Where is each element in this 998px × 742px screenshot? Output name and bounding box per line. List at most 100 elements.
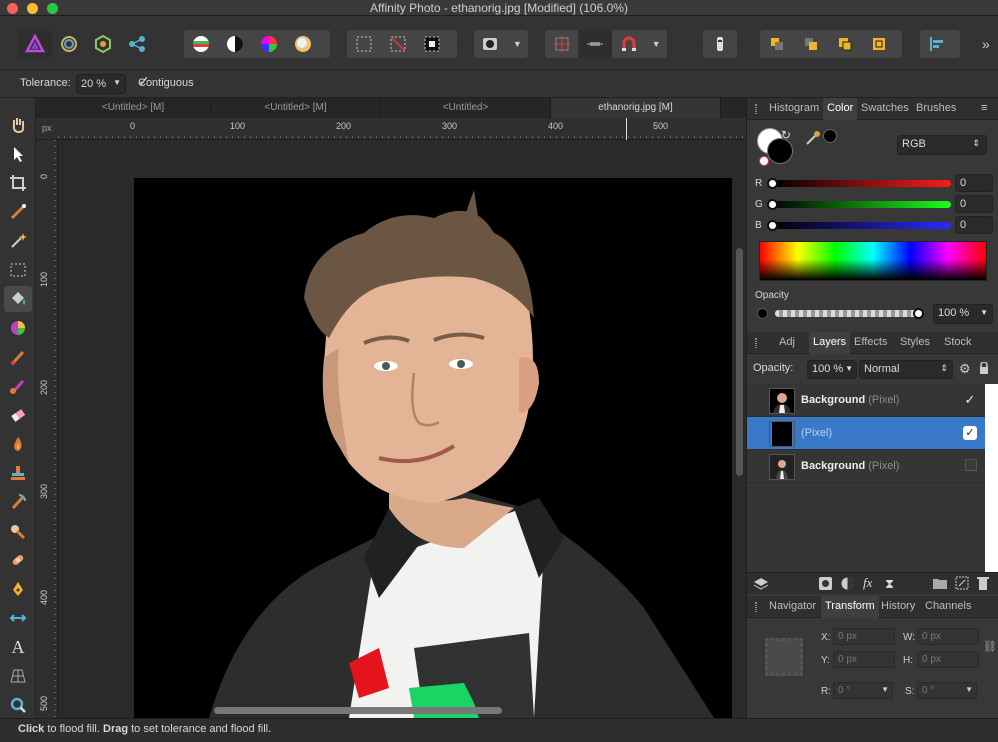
- quick-mask-icon[interactable]: [474, 30, 507, 58]
- align-left-icon[interactable]: [920, 30, 954, 58]
- zoom-tool-icon[interactable]: [4, 692, 32, 718]
- quick-mask-dropdown[interactable]: ▼: [507, 30, 528, 58]
- add-layer-icon[interactable]: [955, 576, 969, 593]
- tab-histogram[interactable]: Histogram: [769, 102, 819, 114]
- healing-brush-icon[interactable]: [4, 547, 32, 573]
- export-persona-icon[interactable]: [120, 30, 154, 58]
- assistant-icon[interactable]: [703, 30, 737, 58]
- folder-icon[interactable]: [933, 577, 947, 592]
- undo-brush-icon[interactable]: [4, 489, 32, 515]
- text-tool-icon[interactable]: A: [4, 634, 32, 660]
- arrange-front-icon[interactable]: [862, 30, 896, 58]
- arrange-forward-icon[interactable]: [828, 30, 862, 58]
- shear-field[interactable]: 0 ° ▼: [917, 682, 977, 699]
- opacity-field[interactable]: 100 % ▼: [933, 304, 993, 324]
- selection-brush-icon[interactable]: [4, 199, 32, 225]
- x-field[interactable]: 0 px: [833, 628, 895, 645]
- tab-styles[interactable]: Styles: [900, 336, 930, 348]
- pen-tool-icon[interactable]: [4, 576, 32, 602]
- toolbar-overflow-icon[interactable]: »: [982, 36, 990, 52]
- flood-select-icon[interactable]: [4, 228, 32, 254]
- smudge-tool-icon[interactable]: [4, 518, 32, 544]
- white-balance-icon[interactable]: [286, 30, 320, 58]
- levels-icon[interactable]: [184, 30, 218, 58]
- layer-row[interactable]: Background (Pixel) ✓: [747, 384, 985, 417]
- layer-row-selected[interactable]: (Pixel) ✓: [747, 417, 985, 450]
- tab-transform[interactable]: Transform: [821, 596, 879, 618]
- b-value-field[interactable]: 0: [955, 216, 993, 234]
- develop-persona-icon[interactable]: [86, 30, 120, 58]
- document-image[interactable]: [134, 178, 732, 718]
- color-spectrum[interactable]: [759, 241, 987, 281]
- live-filter-icon[interactable]: ⧗: [885, 576, 894, 592]
- picked-color-swatch[interactable]: [823, 129, 837, 143]
- align-guides-icon[interactable]: [578, 30, 612, 58]
- rotation-field[interactable]: 0 ° ▼: [833, 682, 893, 699]
- flood-fill-tool-icon[interactable]: [4, 286, 32, 312]
- doc-tab-untitled-3[interactable]: <Untitled>: [381, 98, 551, 118]
- gear-icon[interactable]: ⚙: [959, 361, 971, 377]
- tab-effects[interactable]: Effects: [854, 336, 887, 348]
- trash-icon[interactable]: [977, 576, 989, 593]
- panel-menu-icon[interactable]: ≡: [981, 102, 987, 114]
- blend-mode-select[interactable]: Normal ⇕: [859, 360, 953, 379]
- horizontal-scrollbar[interactable]: [214, 707, 502, 714]
- h-field[interactable]: 0 px: [917, 651, 979, 668]
- doc-tab-untitled-1[interactable]: <Untitled> [M]: [56, 98, 211, 118]
- horizontal-ruler[interactable]: px 0 100 200 300 400 500: [36, 118, 746, 140]
- erase-brush-icon[interactable]: [4, 402, 32, 428]
- layer-visibility-checkbox[interactable]: ✓: [963, 426, 977, 440]
- photo-persona-icon[interactable]: [18, 30, 52, 58]
- arrange-backward-icon[interactable]: [794, 30, 828, 58]
- color-mode-select[interactable]: RGB ⇕: [897, 135, 987, 155]
- view-tool-icon[interactable]: [4, 112, 32, 138]
- layer-opacity-field[interactable]: 100 % ▼: [807, 360, 857, 379]
- layer-row[interactable]: Background (Pixel): [747, 450, 985, 483]
- color-picker-icon[interactable]: [805, 130, 821, 149]
- marquee-tool-icon[interactable]: [4, 257, 32, 283]
- layers-scrollbar[interactable]: [985, 384, 998, 574]
- w-field[interactable]: 0 px: [917, 628, 979, 645]
- layer-visibility-checkbox[interactable]: ✓: [963, 393, 977, 407]
- tab-color[interactable]: Color: [823, 98, 858, 120]
- snapping-magnet-icon[interactable]: [612, 30, 645, 58]
- g-value-field[interactable]: 0: [955, 195, 993, 213]
- invert-selection-icon[interactable]: [415, 30, 449, 58]
- tab-channels[interactable]: Channels: [925, 600, 971, 612]
- snapping-dropdown[interactable]: ▼: [645, 30, 667, 58]
- black-white-icon[interactable]: [218, 30, 252, 58]
- liquify-persona-icon[interactable]: [52, 30, 86, 58]
- link-icon[interactable]: ⛓: [983, 640, 997, 653]
- tab-stock[interactable]: Stock: [944, 336, 972, 348]
- b-slider[interactable]: [771, 222, 951, 229]
- y-field[interactable]: 0 px: [833, 651, 895, 668]
- opacity-slider-knob[interactable]: [913, 308, 924, 319]
- select-all-icon[interactable]: [347, 30, 381, 58]
- g-slider[interactable]: [771, 201, 951, 208]
- crop-tool-icon[interactable]: [4, 170, 32, 196]
- tab-layers[interactable]: Layers: [809, 332, 851, 354]
- tab-navigator[interactable]: Navigator: [769, 600, 816, 612]
- vertical-ruler[interactable]: 0 100 200 300 400 500: [36, 140, 58, 718]
- clone-stamp-icon[interactable]: [4, 460, 32, 486]
- opacity-slider[interactable]: [775, 310, 923, 317]
- vertical-scrollbar[interactable]: [736, 248, 743, 476]
- tab-adj[interactable]: Adj: [779, 336, 795, 348]
- move-tool-icon[interactable]: [4, 141, 32, 167]
- b-slider-knob[interactable]: [767, 220, 778, 231]
- r-slider[interactable]: [771, 180, 951, 187]
- doc-tab-ethanorig[interactable]: ethanorig.jpg [M]: [551, 98, 721, 118]
- r-value-field[interactable]: 0: [955, 174, 993, 192]
- deselect-icon[interactable]: [381, 30, 415, 58]
- paint-brush-icon[interactable]: [4, 344, 32, 370]
- fx-icon[interactable]: fx: [863, 575, 872, 591]
- r-slider-knob[interactable]: [767, 178, 778, 189]
- doc-tab-untitled-2[interactable]: <Untitled> [M]: [211, 98, 381, 118]
- arrange-back-icon[interactable]: [760, 30, 794, 58]
- tab-brushes[interactable]: Brushes: [916, 102, 956, 114]
- mask-layer-icon[interactable]: [819, 577, 832, 590]
- burn-tool-icon[interactable]: [4, 431, 32, 457]
- anchor-selector[interactable]: [765, 638, 803, 676]
- perspective-tool-icon[interactable]: [4, 663, 32, 689]
- snapping-grid-icon[interactable]: [545, 30, 578, 58]
